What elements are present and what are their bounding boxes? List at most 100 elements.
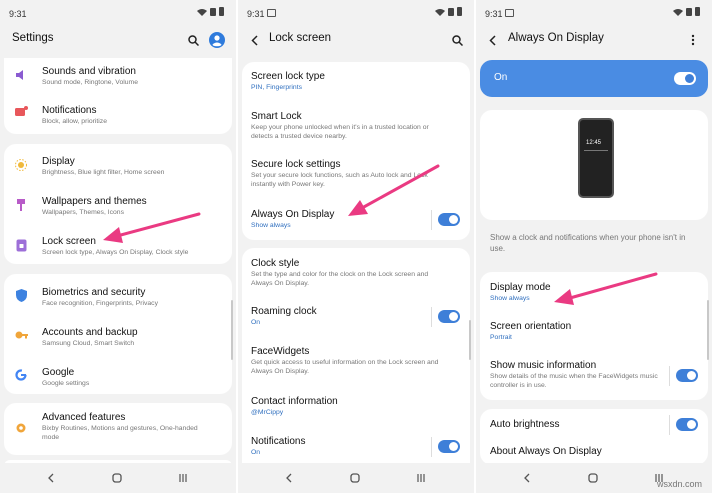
item-label: Display mode [490,282,551,293]
item-label: Contact information [251,396,338,407]
item-label: Screen lock type [251,71,325,82]
shield-icon [14,288,28,302]
item-sub: Samsung Cloud, Smart Switch [42,340,135,347]
advanced-features-item[interactable]: Advanced features Bixby Routines, Motion… [4,407,232,451]
home-nav-icon[interactable] [348,471,362,485]
auto-brightness-item[interactable]: Auto brightness [480,411,708,437]
status-icons [197,7,224,16]
scrollbar[interactable] [469,320,471,360]
item-sub: PIN, Fingerprints [251,84,302,91]
aod-preview-card: 12:45 [480,110,708,220]
item-sub: On [251,319,261,326]
divider [669,415,670,435]
item-sub: @MrCippy [251,409,284,416]
aod-phone-preview: 12:45 [578,118,614,198]
settings-card-sound: Sounds and vibration Sound mode, Rington… [4,58,232,134]
item-sub: Block, allow, prioritize [42,118,107,125]
show-music-information-toggle[interactable] [676,369,698,382]
master-toggle-bar[interactable]: On [480,60,708,97]
smart-lock-item[interactable]: Smart Lock Keep your phone unlocked when… [242,104,470,150]
notification-icon [14,104,28,118]
roaming-clock-item[interactable]: Roaming clock On [242,298,470,338]
item-sub: Wallpapers, Themes, Icons [42,209,124,216]
aod-card-options: Display mode Show always Screen orientat… [480,272,708,400]
contact-information-item[interactable]: Contact information @MrCippy [242,390,470,430]
wallpapers-and-themes-item[interactable]: Wallpapers and themes Wallpapers, Themes… [4,188,232,224]
gallery-notification-icon [505,9,514,17]
item-label: Roaming clock [251,306,317,317]
back-arrow-icon[interactable] [246,31,264,49]
wifi-icon [673,8,683,16]
item-label: Show music information [490,360,597,371]
battery-icon [695,7,700,16]
item-label: Clock style [251,258,300,269]
volume-icon [14,68,28,82]
item-sub: Show always [490,295,530,302]
battery-icon [219,7,224,16]
accounts-and-backup-item[interactable]: Accounts and backup Samsung Cloud, Smart… [4,318,232,354]
display-mode-item[interactable]: Display mode Show always [480,274,708,312]
display-item[interactable]: Display Brightness, Blue light filter, H… [4,148,232,184]
recents-nav-icon[interactable] [176,471,190,485]
item-label: Auto brightness [490,419,560,430]
google-item[interactable]: Google Google settings [4,358,232,394]
status-time: 9:31 [9,9,27,19]
lock-card-clock: Clock style Set the type and color for t… [242,248,470,473]
always-on-display-item[interactable]: Always On Display Show always [242,200,470,240]
status-icons [673,7,700,16]
home-nav-icon[interactable] [110,471,124,485]
facewidgets-item[interactable]: FaceWidgets Get quick access to useful i… [242,340,470,388]
item-sub: Show always [251,222,291,229]
notifications-toggle[interactable] [438,440,460,453]
wifi-icon [435,8,445,16]
item-label: Sounds and vibration [42,66,136,77]
item-label: Accounts and backup [42,327,138,338]
back-arrow-icon[interactable] [484,31,502,49]
back-nav-icon[interactable] [520,471,534,485]
screen-orientation-item[interactable]: Screen orientation Portrait [480,314,708,352]
always-on-display-screen: 9:31 Always On Display On 12:45 Show a c… [476,0,712,493]
item-sub: Show details of the music when the FaceW… [490,373,658,389]
notifications-item[interactable]: Notifications Block, allow, prioritize [4,98,232,134]
item-label: Notifications [251,436,306,447]
aod-description: Show a clock and notifications when your… [490,233,686,253]
show-music-information-item[interactable]: Show music information Show details of t… [480,354,708,398]
status-time: 9:31 [247,9,265,19]
signal-icon [686,7,692,16]
back-nav-icon[interactable] [44,471,58,485]
profile-avatar-icon[interactable] [208,31,226,49]
screen-lock-type-item[interactable]: Screen lock type PIN, Fingerprints [242,62,470,102]
signal-icon [448,7,454,16]
divider [431,307,432,327]
back-nav-icon[interactable] [282,471,296,485]
master-toggle-switch[interactable] [674,72,696,85]
item-label: Display [42,156,75,167]
display-icon [14,158,28,172]
scrollbar[interactable] [707,300,709,360]
scrollbar[interactable] [231,300,233,360]
recents-nav-icon[interactable] [414,471,428,485]
more-options-icon[interactable] [684,31,702,49]
page-title: Settings [12,32,54,44]
search-icon[interactable] [448,31,466,49]
always-on-display-toggle[interactable] [438,213,460,226]
app-header: Always On Display [476,28,712,52]
item-sub: Get quick access to useful information o… [251,359,439,375]
app-header: Lock screen [238,28,474,52]
about-always-on-display-item[interactable]: About Always On Display [480,439,708,465]
home-nav-icon[interactable] [586,471,600,485]
search-icon[interactable] [184,31,202,49]
sounds-and-vibration-item[interactable]: Sounds and vibration Sound mode, Rington… [4,58,232,94]
settings-screen: 9:31 Settings Sounds and vibration Sound… [0,0,236,493]
roaming-clock-toggle[interactable] [438,310,460,323]
lock-screen-screen: 9:31 Lock screen Screen lock type PIN, F… [238,0,474,493]
auto-brightness-toggle[interactable] [676,418,698,431]
item-label: Google [42,367,75,378]
biometrics-and-security-item[interactable]: Biometrics and security Face recognition… [4,278,232,314]
secure-lock-settings-item[interactable]: Secure lock settings Set your secure loc… [242,152,470,198]
lock-screen-item[interactable]: Lock screen Screen lock type, Always On … [4,228,232,264]
clock-style-item[interactable]: Clock style Set the type and color for t… [242,252,470,296]
item-label: Biometrics and security [42,287,146,298]
key-icon [14,328,28,342]
lock-card-security: Screen lock type PIN, Fingerprints Smart… [242,62,470,240]
